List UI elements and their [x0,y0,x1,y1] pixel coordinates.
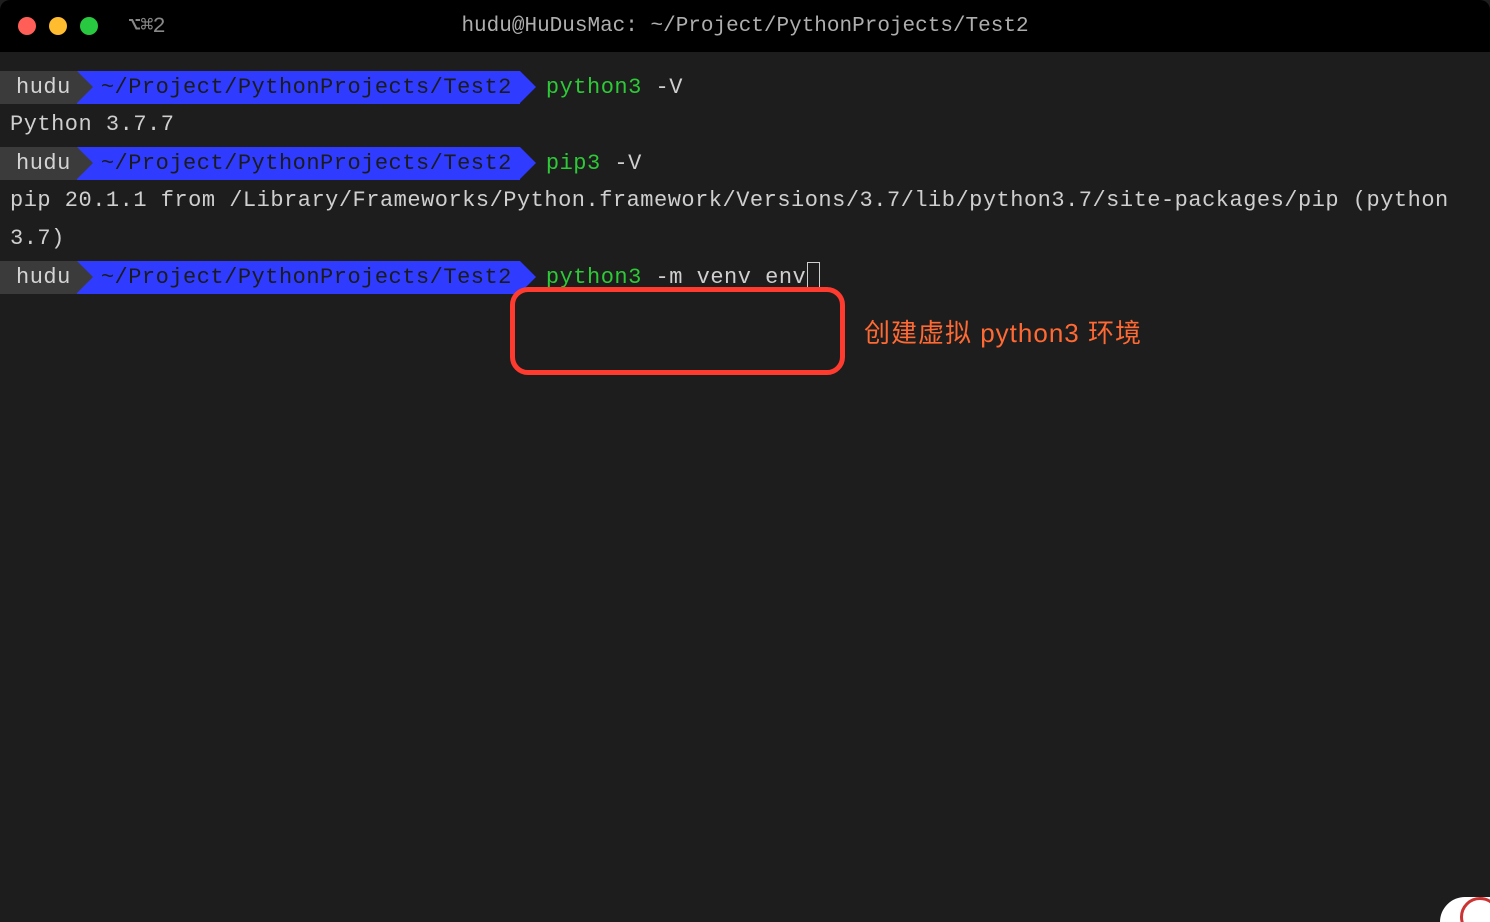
prompt-user: hudu [0,147,77,180]
output-line: 3.7) [0,220,1490,258]
terminal-content[interactable]: hudu ~/Project/PythonProjects/Test2 pyth… [0,52,1490,922]
command-name: python3 [546,265,642,290]
minimize-button[interactable] [49,17,67,35]
prompt-line: hudu ~/Project/PythonProjects/Test2 pip3… [0,144,1490,182]
close-button[interactable] [18,17,36,35]
command-name: pip3 [546,151,601,176]
output-line: pip 20.1.1 from /Library/Frameworks/Pyth… [0,182,1490,220]
annotation-highlight-box [510,287,845,375]
command-args: -m venv env [642,265,806,290]
maximize-button[interactable] [80,17,98,35]
cursor-icon [807,262,820,288]
prompt-path: ~/Project/PythonProjects/Test2 [77,71,520,104]
prompt-path: ~/Project/PythonProjects/Test2 [77,147,520,180]
command-name: python3 [546,75,642,100]
corner-decoration [1440,897,1490,922]
traffic-lights [18,17,98,35]
prompt-user: hudu [0,71,77,104]
corner-circle-icon [1460,897,1490,922]
window-title: hudu@HuDusMac: ~/Project/PythonProjects/… [461,15,1028,38]
prompt-line: hudu ~/Project/PythonProjects/Test2 pyth… [0,258,1490,296]
prompt-line: hudu ~/Project/PythonProjects/Test2 pyth… [0,68,1490,106]
terminal-window: ⌥⌘2 hudu@HuDusMac: ~/Project/PythonProje… [0,0,1490,922]
output-line: Python 3.7.7 [0,106,1490,144]
annotation-label: 创建虚拟 python3 环境 [864,313,1142,350]
prompt-user: hudu [0,261,77,294]
window-titlebar[interactable]: ⌥⌘2 hudu@HuDusMac: ~/Project/PythonProje… [0,0,1490,52]
command-text: python3 -m venv env [546,265,820,290]
command-text: python3 -V [546,75,683,100]
command-args: -V [642,75,683,100]
command-text: pip3 -V [546,151,642,176]
shortcut-indicator: ⌥⌘2 [128,13,165,39]
prompt-path: ~/Project/PythonProjects/Test2 [77,261,520,294]
command-args: -V [601,151,642,176]
